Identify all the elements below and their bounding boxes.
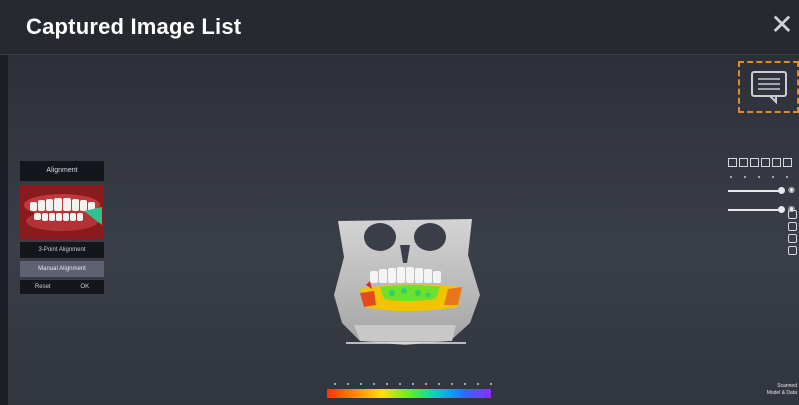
rotate-icon[interactable] <box>788 210 797 219</box>
alignment-actions: Reset OK <box>20 280 104 294</box>
view-bottom-icon[interactable] <box>783 158 792 167</box>
view-dots <box>730 176 788 178</box>
manual-alignment-button[interactable]: Manual Alignment <box>20 261 104 277</box>
move-icon[interactable] <box>788 222 797 231</box>
alignment-header: Alignment <box>20 161 104 181</box>
view-top-icon[interactable] <box>772 158 781 167</box>
comment-icon <box>750 71 787 104</box>
close-button[interactable]: ✕ <box>769 10 795 40</box>
jaw-scan-model[interactable] <box>330 215 480 350</box>
title-bar: Captured Image List ✕ <box>0 0 799 55</box>
opacity-slider-2[interactable]: ◉ <box>728 204 795 216</box>
ok-button[interactable]: OK <box>80 284 89 290</box>
zoom-icon[interactable] <box>788 234 797 243</box>
view-toolbar: ◉ ◉ <box>728 158 798 255</box>
close-icon: ✕ <box>770 9 794 40</box>
slider-knob[interactable] <box>778 206 785 213</box>
status-text: Scanned Model & Data <box>766 383 797 396</box>
eye-icon[interactable]: ◉ <box>788 185 796 195</box>
teeth-thumbnail[interactable] <box>20 185 104 239</box>
view-left-icon[interactable] <box>750 158 759 167</box>
tool-icons <box>788 210 798 258</box>
view-front-icon[interactable] <box>728 158 737 167</box>
opacity-slider-1[interactable]: ◉ <box>728 185 795 197</box>
alignment-panel: Alignment 3-Point Alignment Manual Align… <box>20 161 104 294</box>
view-right-icon[interactable] <box>761 158 770 167</box>
teeth-image <box>20 185 104 239</box>
three-point-alignment-button[interactable]: 3-Point Alignment <box>20 242 104 258</box>
window-title: Captured Image List <box>26 14 242 39</box>
view-icon-row <box>728 158 798 170</box>
deviation-colorbar <box>327 389 491 398</box>
comment-button[interactable] <box>738 61 799 113</box>
image-viewport[interactable]: Alignment 3-Point Alignment Manual Align… <box>8 55 799 405</box>
reset-button[interactable]: Reset <box>35 284 51 290</box>
view-back-icon[interactable] <box>739 158 748 167</box>
slider-knob[interactable] <box>778 187 785 194</box>
reset-icon[interactable] <box>788 246 797 255</box>
colorbar-ticks <box>334 383 504 386</box>
